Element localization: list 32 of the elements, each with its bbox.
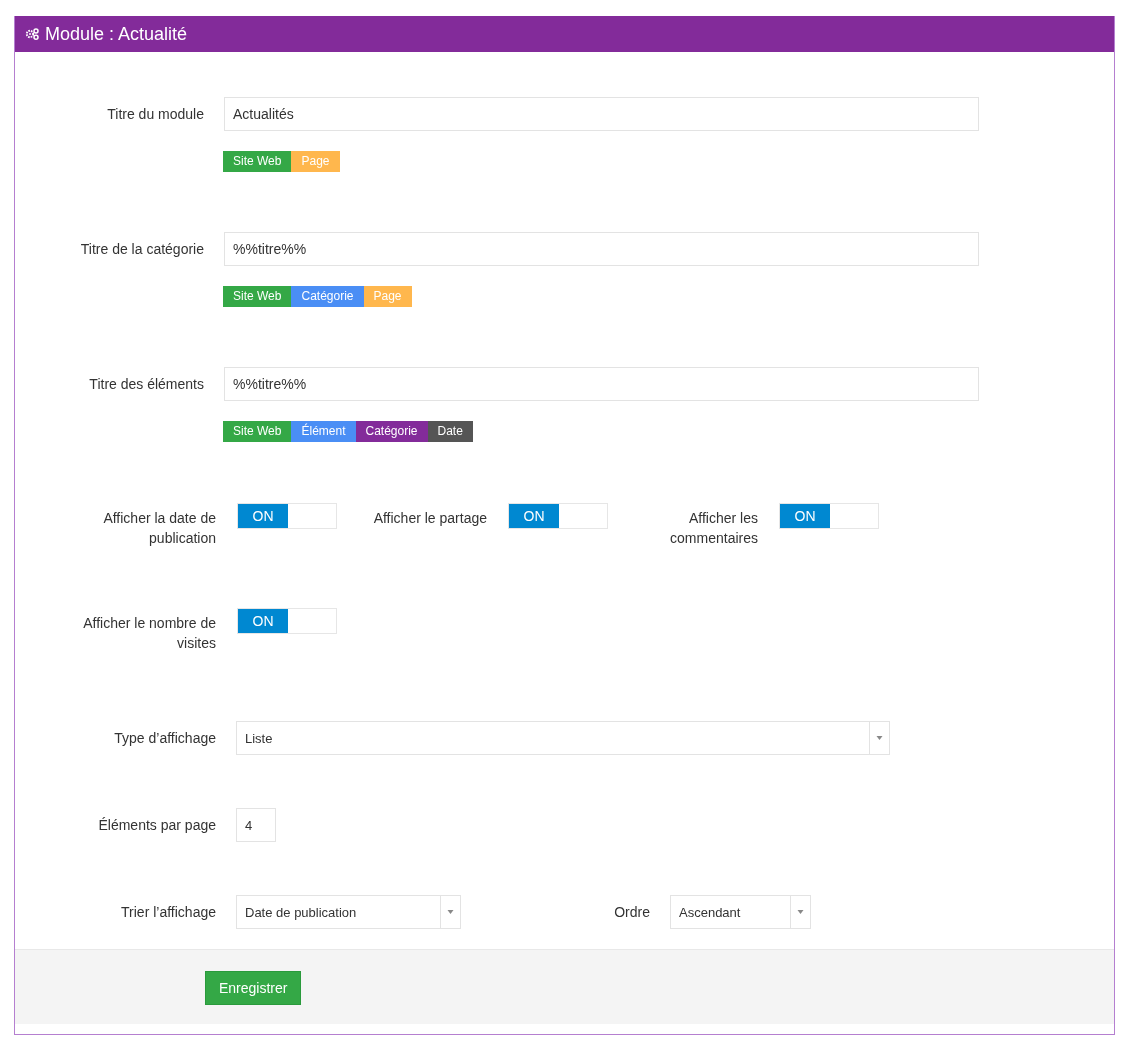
- text-input[interactable]: %%titre%%: [224, 367, 979, 401]
- field-label: Éléments par page: [97, 816, 216, 835]
- number-input[interactable]: 4: [236, 808, 276, 842]
- gears-icon: [25, 28, 39, 40]
- dropdown-select[interactable]: Date de publication: [236, 895, 461, 929]
- field-label: Trier l’affichage: [120, 903, 216, 922]
- field-label: Titre des éléments: [88, 375, 204, 394]
- variable-tag[interactable]: Site Web: [223, 151, 292, 172]
- text-input[interactable]: Actualités: [224, 97, 979, 131]
- toggle-label: Afficher les commentaires: [669, 509, 758, 548]
- toggle-switch[interactable]: ON: [237, 608, 337, 634]
- toggle-switch[interactable]: ON: [237, 503, 337, 529]
- panel-title: Module : Actualité: [45, 23, 188, 45]
- variable-tag[interactable]: Élément: [291, 421, 356, 442]
- toggle-label: Afficher le partage: [372, 509, 487, 528]
- field-label: Titre du module: [106, 105, 204, 124]
- save-button[interactable]: Enregistrer: [205, 971, 302, 1005]
- field-label: Titre de la catégorie: [79, 240, 204, 259]
- toggle-switch[interactable]: ON: [508, 503, 608, 529]
- field-label: Ordre: [613, 903, 650, 922]
- dropdown-select[interactable]: Ascendant: [670, 895, 811, 929]
- text-input[interactable]: %%titre%%: [224, 232, 979, 266]
- toggle-switch[interactable]: ON: [779, 503, 879, 529]
- variable-tag[interactable]: Site Web: [223, 421, 292, 442]
- variable-tag[interactable]: Site Web: [223, 286, 292, 307]
- toggle-label: Afficher le nombre de visites: [82, 614, 216, 653]
- field-label: Type d’affichage: [113, 729, 216, 748]
- variable-tag[interactable]: Catégorie: [355, 421, 428, 442]
- variable-tag[interactable]: Catégorie: [291, 286, 364, 307]
- variable-tag[interactable]: Date: [427, 421, 473, 442]
- toggle-label: Afficher la date de publication: [102, 509, 216, 548]
- dropdown-select[interactable]: Liste: [236, 721, 890, 755]
